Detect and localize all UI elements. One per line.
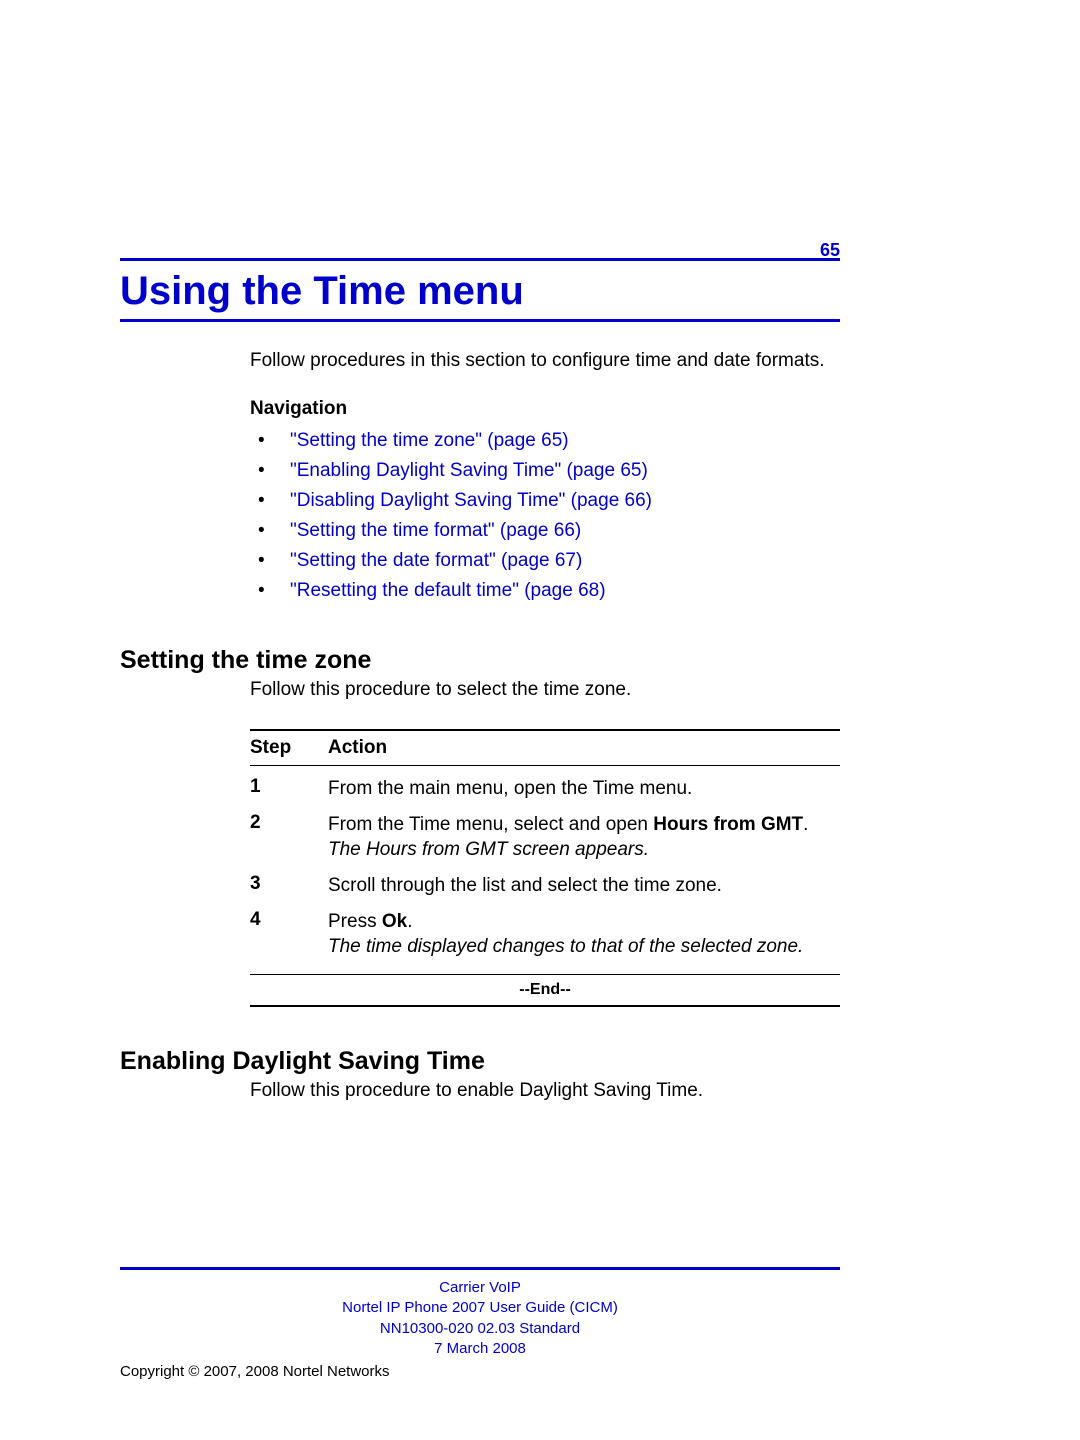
chapter-rule-top: [120, 258, 840, 261]
table-row: 1 From the main menu, open the Time menu…: [250, 772, 840, 808]
action-bold: Ok: [382, 911, 407, 932]
action-text: .: [803, 814, 808, 835]
action-result: The time displayed changes to that of th…: [328, 936, 803, 957]
table-header-row: Step Action: [250, 731, 840, 765]
nav-link[interactable]: "Resetting the default time" (page 68): [290, 580, 606, 601]
footer-copyright: Copyright © 2007, 2008 Nortel Networks: [120, 1363, 840, 1380]
section-intro-timezone: Follow this procedure to select the time…: [250, 679, 840, 701]
nav-item: "Setting the time format" (page 66): [250, 520, 840, 542]
table-header-action: Action: [328, 737, 840, 759]
nav-link[interactable]: "Setting the date format" (page 67): [290, 550, 582, 571]
navigation-list: "Setting the time zone" (page 65) "Enabl…: [250, 430, 840, 602]
nav-item: "Setting the date format" (page 67): [250, 550, 840, 572]
nav-item: "Setting the time zone" (page 65): [250, 430, 840, 452]
page-number: 65: [820, 240, 840, 261]
procedure-end: --End--: [250, 975, 840, 1005]
table-row: 2 From the Time menu, select and open Ho…: [250, 808, 840, 869]
nav-item: "Resetting the default time" (page 68): [250, 580, 840, 602]
nav-item: "Enabling Daylight Saving Time" (page 65…: [250, 460, 840, 482]
nav-link[interactable]: "Enabling Daylight Saving Time" (page 65…: [290, 460, 648, 481]
action-text: .: [407, 911, 412, 932]
page-footer: Carrier VoIP Nortel IP Phone 2007 User G…: [120, 1267, 840, 1380]
footer-rule: [120, 1267, 840, 1270]
chapter-intro: Follow procedures in this section to con…: [250, 350, 840, 372]
footer-line: 7 March 2008: [120, 1339, 840, 1359]
nav-link[interactable]: "Setting the time format" (page 66): [290, 520, 581, 541]
step-number: 4: [250, 909, 328, 931]
footer-center-block: Carrier VoIP Nortel IP Phone 2007 User G…: [120, 1278, 840, 1359]
procedure-table: Step Action 1 From the main menu, open t…: [250, 729, 840, 1007]
action-text: From the Time menu, select and open: [328, 814, 653, 835]
nav-item: "Disabling Daylight Saving Time" (page 6…: [250, 490, 840, 512]
action-result: The Hours from GMT screen appears.: [328, 839, 649, 860]
chapter-title: Using the Time menu: [120, 269, 840, 313]
table-header-step: Step: [250, 737, 328, 759]
section-heading-timezone: Setting the time zone: [120, 646, 840, 675]
step-number: 1: [250, 776, 328, 798]
navigation-heading: Navigation: [250, 398, 840, 420]
table-body: 1 From the main menu, open the Time menu…: [250, 766, 840, 974]
section-dst: Enabling Daylight Saving Time Follow thi…: [120, 1047, 840, 1102]
page: 65 Using the Time menu Follow procedures…: [0, 0, 1080, 1440]
table-row: 4 Press Ok. The time displayed changes t…: [250, 905, 840, 966]
step-number: 3: [250, 873, 328, 895]
footer-line: Carrier VoIP: [120, 1278, 840, 1298]
nav-link[interactable]: "Setting the time zone" (page 65): [290, 430, 569, 451]
section-heading-dst: Enabling Daylight Saving Time: [120, 1047, 840, 1076]
nav-link[interactable]: "Disabling Daylight Saving Time" (page 6…: [290, 490, 652, 511]
action-bold: Hours from GMT: [653, 814, 803, 835]
section-intro-dst: Follow this procedure to enable Daylight…: [250, 1080, 840, 1102]
step-action: From the main menu, open the Time menu.: [328, 776, 840, 802]
footer-line: NN10300-020 02.03 Standard: [120, 1319, 840, 1339]
step-action: Press Ok. The time displayed changes to …: [328, 909, 840, 960]
table-row: 3 Scroll through the list and select the…: [250, 869, 840, 905]
step-number: 2: [250, 812, 328, 834]
footer-line: Nortel IP Phone 2007 User Guide (CICM): [120, 1298, 840, 1318]
step-action: From the Time menu, select and open Hour…: [328, 812, 840, 863]
chapter-rule-bottom: [120, 319, 840, 322]
table-rule: [250, 1005, 840, 1007]
step-action: Scroll through the list and select the t…: [328, 873, 840, 899]
action-text: Press: [328, 911, 382, 932]
